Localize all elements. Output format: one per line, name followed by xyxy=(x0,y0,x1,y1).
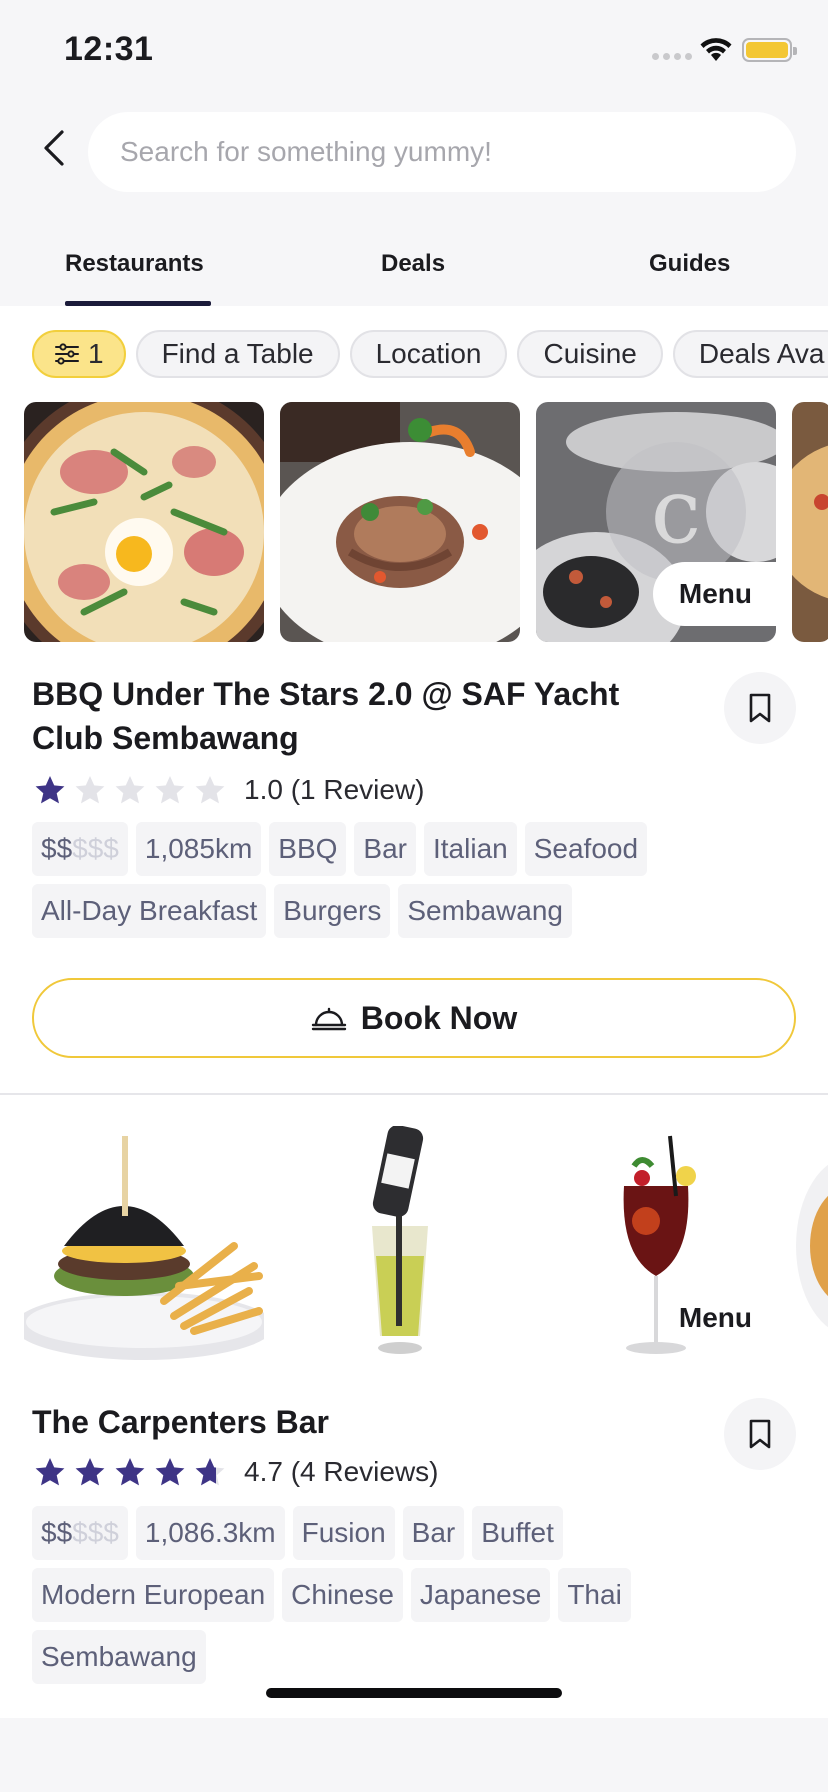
rating-text: 4.7 (4 Reviews) xyxy=(244,1456,439,1487)
cloche-icon xyxy=(311,1007,346,1031)
star-icon xyxy=(155,1458,185,1486)
status-bar: 12:31 xyxy=(0,0,828,96)
home-indicator-area xyxy=(0,1718,828,1792)
filter-chip-find-a-table[interactable]: Find a Table xyxy=(135,330,340,378)
cellular-signal-icon xyxy=(652,53,692,60)
tab-guides[interactable]: Guides xyxy=(649,222,749,306)
rating: 1.0 (1 Review) xyxy=(34,770,425,810)
star-icon xyxy=(115,776,145,804)
sliders-icon xyxy=(55,343,79,365)
tag: Modern European xyxy=(32,1568,275,1622)
pizza-photo xyxy=(24,402,264,642)
star-icon xyxy=(155,776,185,804)
price-tag: $$ $$$ xyxy=(32,822,128,876)
menu-button[interactable]: Menu xyxy=(652,562,776,626)
tag: Seafood xyxy=(524,822,648,876)
tag: All-Day Breakfast xyxy=(32,884,267,938)
tag: 1,085km xyxy=(135,822,262,876)
tag-list: $$ $$$ 1,086.3km Fusion Bar Buffet Modern… xyxy=(32,1506,732,1684)
filter-chip-cuisine[interactable]: Cuisine xyxy=(517,330,663,378)
bookmark-button[interactable] xyxy=(724,1398,796,1470)
beer-tower-photo xyxy=(280,1126,520,1366)
filter-bar: 1 Find a Table Location Cuisine Deals Av… xyxy=(32,330,828,378)
home-indicator[interactable] xyxy=(266,1688,562,1698)
tab-label: Guides xyxy=(649,250,731,277)
star-rating xyxy=(34,774,226,806)
tag: Fusion xyxy=(292,1506,395,1560)
book-now-label: Book Now xyxy=(360,999,518,1036)
search-header: Restaurants Deals Guides xyxy=(0,96,828,306)
chevron-left-icon xyxy=(44,130,64,166)
restaurant-name[interactable]: BBQ Under The Stars 2.0 @ SAF Yacht Club… xyxy=(32,672,642,760)
charcoal-burger-photo xyxy=(24,1126,264,1366)
bookmark-button[interactable] xyxy=(724,672,796,744)
sangria-photo: Menu xyxy=(536,1126,776,1366)
bookmark-icon xyxy=(749,1419,771,1449)
photo-carousel[interactable]: c Menu xyxy=(24,402,828,642)
filter-chip-location[interactable]: Location xyxy=(349,330,508,378)
battery-icon xyxy=(742,38,797,62)
squid-ink-pasta-photo: c Menu xyxy=(536,402,776,642)
tag: Japanese xyxy=(410,1568,551,1622)
tag: Italian xyxy=(424,822,517,876)
tag: Chinese xyxy=(282,1568,403,1622)
pizza-partial-photo xyxy=(792,402,828,642)
card-divider xyxy=(0,1093,828,1095)
status-time: 12:31 xyxy=(64,30,154,68)
category-tabs: Restaurants Deals Guides xyxy=(0,222,828,306)
star-rating xyxy=(34,1456,226,1488)
restaurant-name[interactable]: The Carpenters Bar xyxy=(32,1400,642,1444)
tag: Bar xyxy=(354,822,416,876)
filter-settings-button[interactable]: 1 xyxy=(32,330,126,378)
grilled-dish-photo xyxy=(280,402,520,642)
tag: BBQ xyxy=(269,822,347,876)
search-input[interactable] xyxy=(88,112,796,192)
tag: Burgers xyxy=(274,884,391,938)
tag: Sembawang xyxy=(398,884,572,938)
waffle-partial-photo xyxy=(792,1126,828,1366)
star-icon xyxy=(35,1458,65,1486)
star-icon xyxy=(35,776,65,804)
book-now-button[interactable]: Book Now xyxy=(32,978,796,1058)
price-tag: $$ $$$ xyxy=(32,1506,128,1560)
rating-text: 1.0 (1 Review) xyxy=(244,774,425,805)
tag-list: $$ $$$ 1,085km BBQ Bar Italian Seafood Al… xyxy=(32,822,732,938)
bookmark-icon xyxy=(749,693,771,723)
tab-deals[interactable]: Deals xyxy=(381,222,481,306)
active-tab-indicator xyxy=(65,301,211,306)
active-filter-count: 1 xyxy=(88,338,104,369)
svg-text:c: c xyxy=(651,459,701,564)
tab-label: Restaurants xyxy=(65,250,204,277)
tag: Sembawang xyxy=(32,1630,206,1684)
star-icon xyxy=(195,1458,225,1486)
tag: Buffet xyxy=(472,1506,563,1560)
tab-label: Deals xyxy=(381,250,446,277)
star-icon xyxy=(75,776,105,804)
back-button[interactable] xyxy=(30,118,78,178)
star-icon xyxy=(195,776,225,804)
wifi-icon xyxy=(700,38,732,61)
tab-restaurants[interactable]: Restaurants xyxy=(65,222,211,306)
filter-chip-deals-available[interactable]: Deals Ava xyxy=(672,330,828,378)
photo-carousel[interactable]: Menu xyxy=(24,1126,828,1366)
tag: Bar xyxy=(402,1506,465,1560)
star-icon xyxy=(75,1458,105,1486)
menu-button[interactable]: Menu xyxy=(653,1286,776,1350)
tag: 1,086.3km xyxy=(135,1506,285,1560)
star-icon xyxy=(115,1458,145,1486)
tag: Thai xyxy=(558,1568,631,1622)
rating: 4.7 (4 Reviews) xyxy=(34,1452,439,1492)
